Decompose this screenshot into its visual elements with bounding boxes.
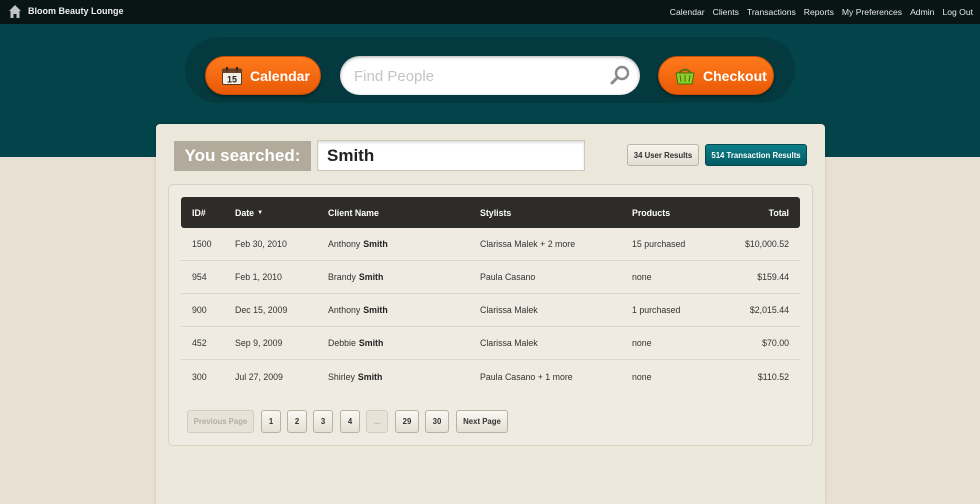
cell-products: 1 purchased (632, 305, 681, 315)
checkout-button[interactable]: Checkout (658, 56, 774, 95)
client-last-name: Smith (363, 239, 388, 249)
page-button-30[interactable]: 30 (425, 410, 449, 433)
client-first-name: Shirley (328, 371, 355, 382)
cell-client-name: Brandy Smith (328, 261, 383, 293)
find-people-input[interactable] (354, 65, 604, 87)
cell-total: $159.44 (757, 272, 789, 282)
nav-clients[interactable]: Clients (713, 7, 739, 17)
client-last-name: Smith (358, 272, 384, 282)
cell-id: 300 (192, 371, 207, 382)
page-button-29[interactable]: 29 (395, 410, 419, 433)
header-id[interactable]: ID# (192, 197, 206, 228)
table-row[interactable]: 300 Jul 27, 2009 Shirley Smith Paula Casa… (181, 360, 800, 393)
cell-date: Dec 15, 2009 (235, 305, 288, 315)
cell-stylists: Clarissa Malek (480, 305, 538, 315)
client-first-name: Brandy (328, 272, 356, 282)
client-first-name: Debbie (328, 338, 356, 348)
brand-name[interactable]: Bloom Beauty Lounge (28, 6, 124, 16)
table-header: ID# Date ▼ Client Name Stylists Products… (181, 197, 800, 228)
client-last-name: Smith (363, 305, 388, 315)
table-row[interactable]: 954 Feb 1, 2010 Brandy Smith Paula Casano… (181, 261, 800, 294)
page-ellipsis: ... (366, 410, 388, 433)
client-first-name: Anthony (328, 239, 361, 249)
cell-stylists: Paula Casano (480, 272, 536, 282)
cell-id: 1500 (192, 239, 212, 249)
cell-date: Sep 9, 2009 (235, 338, 283, 348)
table-row[interactable]: 1500 Feb 30, 2010 Anthony Smith Clarissa … (181, 228, 800, 261)
cell-products: none (632, 371, 652, 382)
cell-id: 954 (192, 272, 207, 282)
basket-icon (675, 68, 695, 84)
nav-my-preferences[interactable]: My Preferences (842, 7, 902, 17)
client-last-name: Smith (358, 338, 384, 348)
cell-client-name: Anthony Smith (328, 228, 388, 260)
client-first-name: Anthony (328, 305, 361, 315)
header-client-name[interactable]: Client Name (328, 197, 379, 228)
previous-page-button: Previous Page (187, 410, 254, 433)
table-row[interactable]: 452 Sep 9, 2009 Debbie Smith Clarissa Mal… (181, 327, 800, 360)
table-row[interactable]: 900 Dec 15, 2009 Anthony Smith Clarissa M… (181, 294, 800, 327)
cell-products: 15 purchased (632, 239, 686, 249)
client-last-name: Smith (357, 371, 383, 382)
search-icon[interactable] (610, 65, 630, 85)
checkout-button-label: Checkout (703, 67, 767, 84)
nav-log-out[interactable]: Log Out (942, 7, 973, 17)
transaction-results-button[interactable]: 514 Transaction Results (705, 144, 807, 166)
calendar-day: 15 (227, 74, 237, 84)
main-nav: Calendar Clients Transactions Reports My… (670, 7, 973, 17)
nav-calendar[interactable]: Calendar (670, 7, 705, 17)
page-button-2[interactable]: 2 (287, 410, 307, 433)
page-button-4[interactable]: 4 (340, 410, 360, 433)
cell-date: Feb 30, 2010 (235, 239, 287, 249)
calendar-icon: 15 (222, 66, 242, 85)
cell-stylists: Clarissa Malek (480, 338, 538, 348)
cell-stylists: Clarissa Malek + 2 more (480, 239, 576, 249)
top-bar: Bloom Beauty Lounge Calendar Clients Tra… (0, 0, 980, 24)
search-query-field[interactable]: Smith (317, 140, 585, 171)
sort-desc-icon: ▼ (257, 209, 264, 216)
cell-date: Feb 1, 2010 (235, 272, 282, 282)
cell-total: $10,000.52 (744, 239, 789, 249)
cell-client-name: Shirley Smith (328, 360, 382, 393)
home-icon[interactable] (9, 5, 21, 18)
nav-admin[interactable]: Admin (910, 7, 934, 17)
header-products[interactable]: Products (632, 197, 670, 228)
page-button-1[interactable]: 1 (261, 410, 281, 433)
header-stylists[interactable]: Stylists (480, 197, 511, 228)
calendar-button-label: Calendar (250, 67, 310, 84)
nav-transactions[interactable]: Transactions (747, 7, 796, 17)
cell-total: $70.00 (762, 338, 789, 348)
cell-total: $110.52 (757, 371, 789, 382)
header-date-label: Date (235, 207, 255, 218)
user-results-button[interactable]: 34 User Results (627, 144, 699, 166)
page-button-3[interactable]: 3 (313, 410, 333, 433)
next-page-button[interactable]: Next Page (456, 410, 508, 433)
cell-client-name: Anthony Smith (328, 294, 388, 326)
find-people-search (340, 56, 640, 95)
cell-id: 452 (192, 338, 207, 348)
header-date[interactable]: Date ▼ (235, 197, 263, 228)
cell-products: none (632, 272, 652, 282)
you-searched-label: You searched: (174, 141, 311, 171)
cell-client-name: Debbie Smith (328, 327, 383, 359)
cell-stylists: Paula Casano + 1 more (480, 371, 573, 382)
cell-date: Jul 27, 2009 (235, 371, 283, 382)
cell-products: none (632, 338, 652, 348)
nav-reports[interactable]: Reports (804, 7, 834, 17)
cell-total: $2,015.44 (749, 305, 789, 315)
header-total[interactable]: Total (769, 197, 789, 228)
calendar-button[interactable]: 15 Calendar (205, 56, 321, 95)
cell-id: 900 (192, 305, 207, 315)
